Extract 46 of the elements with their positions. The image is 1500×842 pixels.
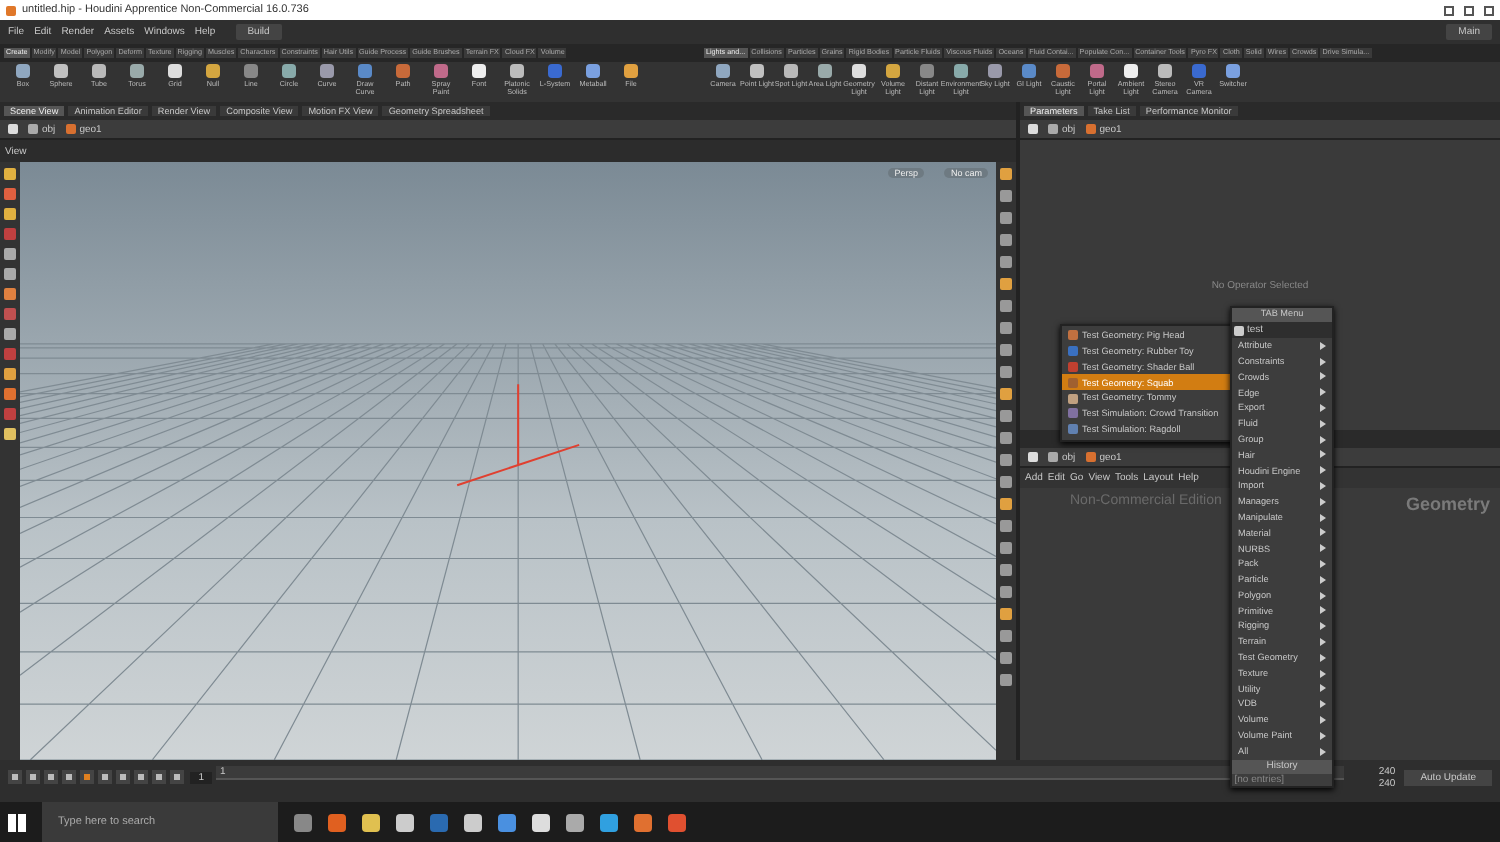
network-icon [1048,452,1058,462]
network-icon [28,124,38,134]
app-icon [6,5,16,15]
tool-icon[interactable] [54,64,68,78]
origin-handle-drawing [456,383,581,487]
tool-icon[interactable] [282,64,296,78]
tool-icon[interactable] [750,64,764,78]
tool-icon[interactable] [1022,64,1036,78]
tool-icon[interactable] [1226,64,1240,78]
tool-icon[interactable] [1192,64,1206,78]
tool-icon[interactable] [434,64,448,78]
tool-icon[interactable] [852,64,866,78]
tool-icon[interactable] [1158,64,1172,78]
tool-icon[interactable] [954,64,968,78]
tool-icon[interactable] [1124,64,1138,78]
tool-icon[interactable] [396,64,410,78]
tool-icon[interactable] [988,64,1002,78]
network-icon [1048,124,1058,134]
tool-icon[interactable] [358,64,372,78]
search-icon [1234,325,1245,335]
tool-icon[interactable] [1056,64,1070,78]
tool-icon[interactable] [130,64,144,78]
network-context-label: Geometry [1405,493,1490,515]
tool-icon[interactable] [320,64,334,78]
tool-icon[interactable] [624,64,638,78]
tool-icon[interactable] [244,64,258,78]
tool-icon[interactable] [1090,64,1104,78]
tool-icon[interactable] [818,64,832,78]
tool-icon[interactable] [16,64,30,78]
geometry-node-icon [1085,452,1096,462]
tool-icon[interactable] [168,64,182,78]
tool-icon[interactable] [716,64,730,78]
tool-icon[interactable] [784,64,798,78]
tool-icon[interactable] [920,64,934,78]
windows-start-icon[interactable] [8,813,26,831]
maximize-icon[interactable] [1464,5,1474,15]
tool-icon[interactable] [886,64,900,78]
tool-icon[interactable] [548,64,562,78]
geometry-node-icon [65,124,76,134]
tool-icon[interactable] [92,64,106,78]
close-icon[interactable] [1484,5,1494,15]
tool-icon[interactable] [586,64,600,78]
tool-icon[interactable] [510,64,524,78]
tool-icon[interactable] [472,64,486,78]
tool-icon[interactable] [206,64,220,78]
geometry-node-icon [1085,124,1096,134]
